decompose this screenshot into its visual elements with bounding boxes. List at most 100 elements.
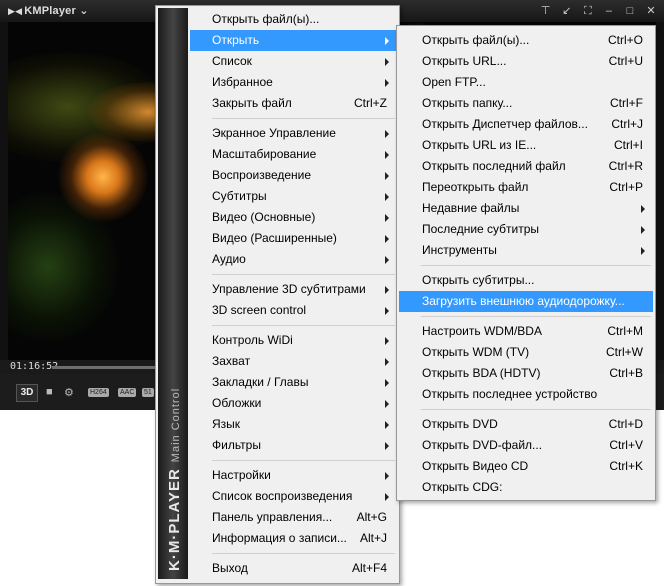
main-menu-item[interactable]: Аудио [190,249,397,270]
menu-item-shortcut: Alt+J [359,531,387,545]
menu-item-label: Открыть субтитры... [422,273,535,287]
open-submenu-item[interactable]: Открыть BDA (HDTV) Ctrl+B [399,363,653,384]
open-submenu-item[interactable]: Открыть субтитры... [399,270,653,291]
open-submenu-item[interactable]: Открыть Диспетчер файлов... Ctrl+J [399,114,653,135]
menu-item-shortcut: Ctrl+D [608,417,643,431]
current-time: 01:16:52 [10,361,59,372]
open-submenu-item[interactable]: Open FTP... [399,72,653,93]
menu-item-label: Открыть Диспетчер файлов... [422,117,588,131]
menu-item-label: Обложки [212,396,262,410]
open-submenu-item[interactable]: Открыть WDM (TV) Ctrl+W [399,342,653,363]
main-menu-item[interactable]: Видео (Расширенные) [190,228,397,249]
menu-item-label: Последние субтитры [422,222,540,236]
open-submenu-item[interactable]: Открыть файл(ы)... Ctrl+O [399,30,653,51]
screen-icon[interactable]: ■ [46,386,53,398]
open-submenu-item[interactable]: Последние субтитры [399,219,653,240]
audio-codec-badge: AAC [118,388,137,397]
menu-separator [212,118,395,119]
main-menu-item[interactable]: 3D screen control [190,300,397,321]
submenu-arrow-icon [385,193,389,201]
main-menu-item[interactable]: Список [190,51,397,72]
submenu-arrow-icon [385,58,389,66]
maximize-icon[interactable]: □ [621,3,639,19]
pin-icon[interactable]: ⊤ [537,3,555,19]
menu-separator [212,325,395,326]
settings-gear-icon[interactable]: ⚙ [64,386,74,399]
main-menu-item[interactable]: Открыть файл(ы)... [190,9,397,30]
menu-item-label: Видео (Расширенные) [212,231,337,245]
menu-item-label: Управление 3D субтитрами [212,282,366,296]
menu-item-label: Панель управления... [212,510,333,524]
open-submenu-item[interactable]: Открыть CDG: [399,477,653,498]
menu-item-label: Переоткрыть файл [422,180,529,194]
main-menu-item[interactable]: Открыть [190,30,397,51]
submenu-arrow-icon [385,130,389,138]
main-menu-item[interactable]: Закрыть файл Ctrl+Z [190,93,397,114]
menu-item-label: 3D screen control [212,303,307,317]
menu-item-label: Выход [212,561,248,575]
title-dropdown-icon[interactable]: ⌄ [79,5,88,17]
minimize-icon[interactable]: – [600,3,618,19]
open-submenu-item[interactable]: Открыть последний файл Ctrl+R [399,156,653,177]
submenu-arrow-icon [385,337,389,345]
open-submenu-item[interactable]: Недавние файлы [399,198,653,219]
open-submenu-item[interactable]: Настроить WDM/BDA Ctrl+M [399,321,653,342]
fullscreen-icon[interactable]: ⛶ [579,3,597,19]
main-menu-item[interactable]: Масштабирование [190,144,397,165]
menu-item-label: Открыть URL из IE... [422,138,537,152]
3d-button[interactable]: 3D [16,384,38,402]
main-menu-item[interactable]: Закладки / Главы [190,372,397,393]
submenu-arrow-icon [385,421,389,429]
main-menu-item[interactable]: Субтитры [190,186,397,207]
main-menu-item[interactable]: Панель управления... Alt+G [190,507,397,528]
menu-item-label: Список воспроизведения [212,489,353,503]
main-menu-item[interactable]: Информация о записи... Alt+J [190,528,397,549]
menu-item-label: Open FTP... [422,75,486,89]
main-menu-item[interactable]: Избранное [190,72,397,93]
app-logo[interactable]: ▶◀ KMPlayer ⌄ [8,4,89,17]
main-menu-item[interactable]: Язык [190,414,397,435]
main-context-menu: K·M·PLAYER Main Control Открыть файл(ы)..… [155,5,400,584]
compact-icon[interactable]: ↙ [558,3,576,19]
menu-item-label: Список [212,54,252,68]
open-submenu-item[interactable]: Открыть URL... Ctrl+U [399,51,653,72]
main-menu-item[interactable]: Захват [190,351,397,372]
main-menu-item[interactable]: Управление 3D субтитрами [190,279,397,300]
menu-item-label: Аудио [212,252,246,266]
open-submenu-item[interactable]: Загрузить внешнюю аудиодорожку... [399,291,653,312]
submenu-arrow-icon [385,79,389,87]
menu-item-shortcut: Alt+F4 [351,561,387,575]
menu-item-label: Открыть DVD-файл... [422,438,543,452]
open-submenu-item[interactable]: Открыть DVD Ctrl+D [399,414,653,435]
main-menu-item[interactable]: Фильтры [190,435,397,456]
open-submenu: Открыть файл(ы)... Ctrl+O Открыть URL... Ct… [396,25,656,501]
menu-item-label: Инструменты [422,243,497,257]
submenu-arrow-icon [641,226,645,234]
open-submenu-item[interactable]: Открыть папку... Ctrl+F [399,93,653,114]
menu-item-label: Настроить WDM/BDA [422,324,542,338]
open-submenu-item[interactable]: Открыть последнее устройство [399,384,653,405]
main-menu-item[interactable]: Видео (Основные) [190,207,397,228]
open-submenu-item[interactable]: Открыть Видео CD Ctrl+K [399,456,653,477]
menu-separator [421,265,651,266]
open-submenu-item[interactable]: Переоткрыть файл Ctrl+P [399,177,653,198]
open-submenu-item[interactable]: Открыть DVD-файл... Ctrl+V [399,435,653,456]
menu-item-shortcut: Ctrl+M [607,324,643,338]
menu-item-label: Открыть URL... [422,54,507,68]
open-submenu-item[interactable]: Инструменты [399,240,653,261]
menu-item-shortcut: Ctrl+B [609,366,643,380]
submenu-arrow-icon [385,358,389,366]
submenu-arrow-icon [385,286,389,294]
main-menu-item[interactable]: Выход Alt+F4 [190,558,397,579]
menu-item-label: Фильтры [212,438,261,452]
menu-side-label: K·M·PLAYER Main Control [166,388,183,571]
main-menu-item[interactable]: Контроль WiDi [190,330,397,351]
main-menu-item[interactable]: Экранное Управление [190,123,397,144]
main-menu-item[interactable]: Настройки [190,465,397,486]
main-menu-item[interactable]: Список воспроизведения [190,486,397,507]
close-icon[interactable]: ✕ [642,3,660,19]
menu-item-label: Масштабирование [212,147,317,161]
main-menu-item[interactable]: Воспроизведение [190,165,397,186]
open-submenu-item[interactable]: Открыть URL из IE... Ctrl+I [399,135,653,156]
main-menu-item[interactable]: Обложки [190,393,397,414]
